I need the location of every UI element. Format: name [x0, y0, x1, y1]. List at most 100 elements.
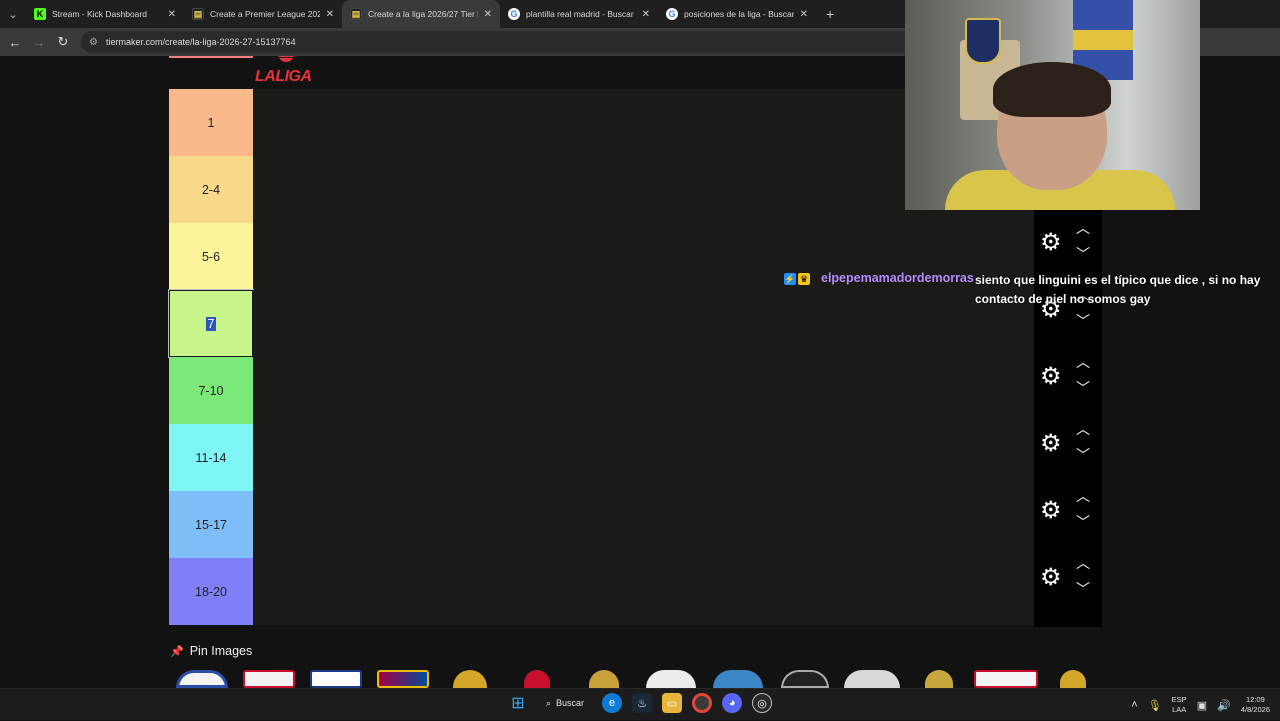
tier-label[interactable]: 1: [169, 89, 253, 156]
chevron-up-icon[interactable]: ︿: [1074, 352, 1092, 372]
google-icon: G: [508, 8, 520, 20]
team-crest[interactable]: [570, 670, 637, 688]
forward-arrow-icon[interactable]: →: [27, 35, 51, 50]
selected-label-text[interactable]: 7: [205, 316, 217, 331]
chevron-up-icon[interactable]: ︿: [1074, 419, 1092, 439]
tier-label[interactable]: 2-4: [169, 156, 253, 223]
pin-images-label: Pin Images: [189, 644, 253, 658]
windows-taskbar: ⊞ ⌕ Buscar e ♨ ▭ ◕ ◎ ˄ 🎙 ESP LAA ▣ 🔊 12:…: [0, 688, 1280, 720]
chat-badges: ⚡ ♛: [784, 273, 810, 285]
reload-icon[interactable]: ↻: [51, 34, 75, 50]
webcam-overlay: [905, 0, 1200, 210]
speaker-icon[interactable]: 🔊: [1217, 699, 1231, 712]
team-crest[interactable]: [302, 670, 369, 688]
chevron-up-icon[interactable]: ︿: [1074, 218, 1092, 238]
clock[interactable]: 12:09 4/8/2026: [1241, 695, 1270, 715]
edge-icon[interactable]: e: [602, 693, 623, 713]
tier-label[interactable]: 11-14: [169, 424, 253, 491]
back-arrow-icon[interactable]: ←: [3, 35, 27, 50]
tier-label[interactable]: 5-6: [169, 223, 253, 290]
windows-start-icon[interactable]: ⊞: [508, 693, 528, 713]
kick-icon: K: [34, 8, 46, 20]
taskbar-search-label: Buscar: [556, 698, 585, 708]
team-crest[interactable]: [168, 670, 235, 688]
tier-drop-zone[interactable]: [253, 491, 1034, 558]
browser-tab[interactable]: G plantilla real madrid - Buscar co ✕: [500, 0, 658, 28]
tier-drop-zone[interactable]: [253, 424, 1034, 491]
chevron-down-icon[interactable]: ﹀: [1074, 512, 1092, 532]
tab-title: plantilla real madrid - Buscar co: [526, 9, 636, 19]
taskbar-search[interactable]: ⌕ Buscar: [546, 698, 584, 709]
close-tab-icon[interactable]: ✕: [326, 9, 334, 20]
chevron-down-icon[interactable]: ﹀: [1074, 311, 1092, 331]
team-crest[interactable]: [972, 670, 1039, 688]
gear-icon[interactable]: ⚙: [1040, 499, 1062, 523]
browser-tab[interactable]: ▤ Create a Premier League 2026/ ✕: [184, 0, 342, 28]
tier-label[interactable]: 15-17: [169, 491, 253, 558]
search-icon: ⌕: [546, 697, 552, 708]
obs-icon[interactable]: ◎: [752, 693, 773, 713]
tier-row: 7-10: [169, 357, 1034, 424]
team-crest[interactable]: [771, 670, 838, 688]
close-tab-icon[interactable]: ✕: [484, 9, 492, 20]
chevron-down-icon[interactable]: ﹀: [1074, 445, 1092, 465]
close-tab-icon[interactable]: ✕: [642, 9, 650, 20]
clock-time: 12:09: [1246, 695, 1265, 704]
team-crest[interactable]: [369, 670, 436, 688]
taskbar-apps: ⊞ ⌕ Buscar e ♨ ▭ ◕ ◎: [508, 693, 773, 713]
tab-title: Stream - Kick Dashboard: [52, 9, 147, 19]
gear-icon[interactable]: ⚙: [1040, 566, 1062, 590]
tier-label[interactable]: [169, 56, 253, 58]
chevron-down-icon[interactable]: ﹀: [1074, 579, 1092, 599]
team-crest[interactable]: [704, 670, 771, 688]
tier-drop-zone[interactable]: [253, 558, 1034, 625]
tier-label[interactable]: 7-10: [169, 357, 253, 424]
network-icon[interactable]: ▣: [1197, 699, 1207, 712]
close-tab-icon[interactable]: ✕: [800, 9, 808, 20]
chevron-up-icon[interactable]: ︿: [1074, 486, 1092, 506]
tier-control: ⚙ ︿ ﹀: [1034, 210, 1102, 277]
team-crest[interactable]: [637, 670, 704, 688]
crown-badge-icon: ♛: [798, 273, 810, 285]
tier-control: ⚙ ︿ ﹀: [1034, 545, 1102, 612]
discord-icon[interactable]: ◕: [722, 693, 743, 713]
close-tab-icon[interactable]: ✕: [168, 9, 176, 20]
browser-tab-active[interactable]: ▤ Create a la liga 2026/27 Tier Lis ✕: [342, 0, 500, 28]
tier-row: 15-17: [169, 491, 1034, 558]
tier-label-editing[interactable]: 7: [168, 289, 254, 358]
chat-username: elpepemamadordemorras: [821, 271, 974, 285]
browser-tab[interactable]: G posiciones de la liga - Buscar co ✕: [658, 0, 816, 28]
tier-label[interactable]: 18-20: [169, 558, 253, 625]
new-tab-icon[interactable]: +: [816, 6, 844, 22]
chrome-icon[interactable]: [692, 693, 713, 713]
chevron-down-icon[interactable]: ﹀: [1074, 244, 1092, 264]
keyboard-layout: LAA: [1172, 705, 1187, 714]
tab-search-chevron-icon[interactable]: ⌄: [0, 0, 26, 28]
chevron-up-icon[interactable]: ˄: [1131, 699, 1137, 711]
team-crest[interactable]: [1039, 670, 1106, 688]
team-crest[interactable]: [436, 670, 503, 688]
tier-row: 18-20: [169, 558, 1034, 625]
file-explorer-icon[interactable]: ▭: [662, 693, 683, 713]
team-crest[interactable]: [905, 670, 972, 688]
address-bar[interactable]: ⚙ tiermaker.com/create/la-liga-2026-27-1…: [81, 31, 941, 53]
chevron-down-icon[interactable]: ﹀: [1074, 378, 1092, 398]
microphone-icon[interactable]: 🎙: [1148, 699, 1162, 712]
steam-icon[interactable]: ♨: [632, 693, 653, 713]
tier-row: 11-14: [169, 424, 1034, 491]
team-crest[interactable]: [235, 670, 302, 688]
team-crest[interactable]: [838, 670, 905, 688]
tier-drop-zone[interactable]: [253, 357, 1034, 424]
webcam-flag-band: [1073, 30, 1133, 50]
browser-tab[interactable]: K Stream - Kick Dashboard ✕: [26, 0, 184, 28]
system-tray: ˄ 🎙 ESP LAA ▣ 🔊 12:09 4/8/2026: [1131, 689, 1280, 721]
language-indicator[interactable]: ESP LAA: [1172, 695, 1187, 715]
site-info-icon[interactable]: ⚙: [89, 37, 98, 48]
chevron-up-icon[interactable]: ︿: [1074, 553, 1092, 573]
pin-images-heading: 📌 Pin Images: [170, 644, 252, 658]
tier-drop-zone[interactable]: [253, 290, 1034, 357]
gear-icon[interactable]: ⚙: [1040, 365, 1062, 389]
team-crest[interactable]: [503, 670, 570, 688]
gear-icon[interactable]: ⚙: [1040, 231, 1062, 255]
gear-icon[interactable]: ⚙: [1040, 432, 1062, 456]
